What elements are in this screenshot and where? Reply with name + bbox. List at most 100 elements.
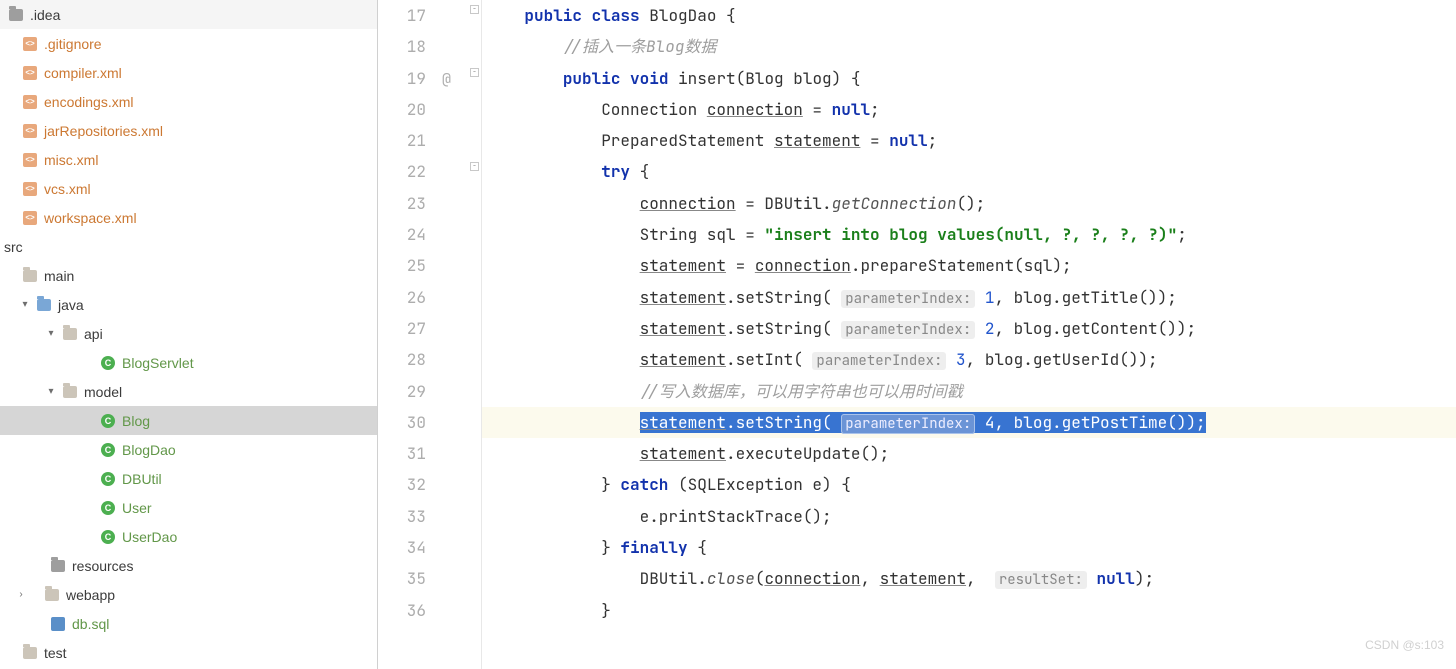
code-line: } finally {: [482, 532, 1456, 563]
code-line: public void insert(Blog blog) {: [482, 63, 1456, 94]
line-number-gutter: 1718192021222324252627282930313233343536: [378, 0, 440, 669]
code-line: Connection connection = null;: [482, 94, 1456, 125]
override-icon[interactable]: @: [442, 64, 451, 95]
tree-label: BlogDao: [122, 442, 176, 458]
tree-label: test: [44, 645, 67, 661]
fold-toggle-icon[interactable]: −: [470, 5, 479, 14]
class-userdao[interactable]: C UserDao: [0, 522, 377, 551]
tree-label: webapp: [66, 587, 115, 603]
file-encodings[interactable]: <> encodings.xml: [0, 87, 377, 116]
xml-icon: <>: [22, 94, 38, 110]
folder-icon: [36, 297, 52, 313]
class-blogservlet[interactable]: C BlogServlet: [0, 348, 377, 377]
code-line: e.printStackTrace();: [482, 501, 1456, 532]
folder-java[interactable]: ▾ java: [0, 290, 377, 319]
code-line: statement.setString( parameterIndex: 1, …: [482, 282, 1456, 313]
file-gitignore[interactable]: <> .gitignore: [0, 29, 377, 58]
project-tree[interactable]: .idea <> .gitignore <> compiler.xml <> enco…: [0, 0, 378, 669]
folder-icon: [22, 645, 38, 661]
folder-webapp[interactable]: › webapp: [0, 580, 377, 609]
tree-label: misc.xml: [44, 152, 98, 168]
file-compiler[interactable]: <> compiler.xml: [0, 58, 377, 87]
file-dbsql[interactable]: db.sql: [0, 609, 377, 638]
folder-icon: [44, 587, 60, 603]
class-icon: C: [100, 500, 116, 516]
code-line-current: statement.setString( parameterIndex: 4, …: [482, 407, 1456, 438]
chevron-down-icon[interactable]: ▾: [44, 328, 58, 339]
tree-label: .gitignore: [44, 36, 102, 52]
folder-src[interactable]: src: [0, 232, 377, 261]
code-area[interactable]: public class BlogDao { //插入一条Blog数据 publ…: [482, 0, 1456, 669]
file-vcs[interactable]: <> vcs.xml: [0, 174, 377, 203]
tree-label: .idea: [30, 7, 60, 23]
fold-toggle-icon[interactable]: −: [470, 68, 479, 77]
class-icon: C: [100, 413, 116, 429]
code-line: String sql = "insert into blog values(nu…: [482, 219, 1456, 250]
chevron-down-icon[interactable]: ▾: [44, 386, 58, 397]
folder-test[interactable]: test: [0, 638, 377, 667]
tree-label: model: [84, 384, 122, 400]
folder-idea[interactable]: .idea: [0, 0, 377, 29]
fold-toggle-icon[interactable]: −: [470, 162, 479, 171]
code-line: //写入数据库，可以用字符串也可以用时间戳: [482, 376, 1456, 407]
folder-resources[interactable]: resources: [0, 551, 377, 580]
file-icon: <>: [22, 36, 38, 52]
code-line: statement = connection.prepareStatement(…: [482, 250, 1456, 281]
tree-label: DBUtil: [122, 471, 162, 487]
tree-label: main: [44, 268, 74, 284]
file-workspace[interactable]: <>workspace.xml: [0, 203, 377, 232]
folder-api[interactable]: ▾api: [0, 319, 377, 348]
sql-icon: [50, 616, 66, 632]
class-blog[interactable]: C Blog: [0, 406, 377, 435]
fold-column: − − −: [468, 0, 482, 669]
tree-label: encodings.xml: [44, 94, 134, 110]
class-user[interactable]: C User: [0, 493, 377, 522]
xml-icon: <>: [22, 210, 38, 226]
code-line: try {: [482, 156, 1456, 187]
class-blogdao[interactable]: C BlogDao: [0, 435, 377, 464]
folder-icon: [62, 384, 78, 400]
folder-model[interactable]: ▾ model: [0, 377, 377, 406]
tree-label: vcs.xml: [44, 181, 91, 197]
chevron-right-icon[interactable]: ›: [14, 589, 28, 600]
xml-icon: <>: [22, 181, 38, 197]
folder-icon: [8, 7, 24, 23]
chevron-down-icon[interactable]: ▾: [18, 299, 32, 310]
code-line: }: [482, 595, 1456, 626]
class-icon: C: [100, 529, 116, 545]
code-line: connection = DBUtil.getConnection();: [482, 188, 1456, 219]
class-dbutil[interactable]: C DBUtil: [0, 464, 377, 493]
code-line: statement.setInt( parameterIndex: 3, blo…: [482, 344, 1456, 375]
tree-label: Blog: [122, 413, 150, 429]
folder-icon: [50, 558, 66, 574]
tree-label: jarRepositories.xml: [44, 123, 163, 139]
code-line: DBUtil.close(connection, statement, resu…: [482, 563, 1456, 594]
tree-label: java: [58, 297, 84, 313]
code-line: PreparedStatement statement = null;: [482, 125, 1456, 156]
code-line: statement.executeUpdate();: [482, 438, 1456, 469]
tree-label: BlogServlet: [122, 355, 194, 371]
xml-icon: <>: [22, 152, 38, 168]
folder-main[interactable]: main: [0, 261, 377, 290]
folder-icon: [22, 268, 38, 284]
class-icon: C: [100, 442, 116, 458]
code-line: } catch (SQLException e) {: [482, 469, 1456, 500]
xml-icon: <>: [22, 65, 38, 81]
folder-icon: [62, 326, 78, 342]
xml-icon: <>: [22, 123, 38, 139]
code-line: public class BlogDao {: [482, 0, 1456, 31]
code-line: statement.setString( parameterIndex: 2, …: [482, 313, 1456, 344]
tree-label: UserDao: [122, 529, 177, 545]
class-icon: C: [100, 355, 116, 371]
file-jarrepositories[interactable]: <> jarRepositories.xml: [0, 116, 377, 145]
tree-label: compiler.xml: [44, 65, 122, 81]
class-icon: C: [100, 471, 116, 487]
code-line: //插入一条Blog数据: [482, 31, 1456, 62]
tree-label: resources: [72, 558, 133, 574]
tree-label: db.sql: [72, 616, 109, 632]
tree-label: src: [4, 239, 23, 255]
tree-label: User: [122, 500, 152, 516]
file-misc[interactable]: <> misc.xml: [0, 145, 377, 174]
ide-layout: .idea <> .gitignore <> compiler.xml <> enco…: [0, 0, 1456, 669]
code-editor[interactable]: 1718192021222324252627282930313233343536…: [378, 0, 1456, 669]
